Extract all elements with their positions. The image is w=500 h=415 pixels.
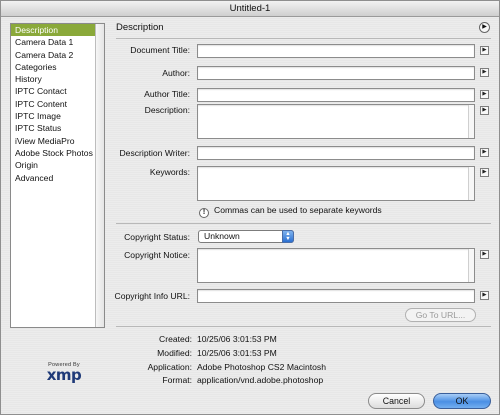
sidebar-item-categories[interactable]: Categories (11, 61, 104, 73)
sidebar-item-iptc-contact[interactable]: IPTC Contact (11, 85, 104, 97)
right-triangle-icon[interactable]: ▶ (480, 46, 489, 55)
sidebar-item-iview-mediapro[interactable]: iView MediaPro (11, 135, 104, 147)
divider (116, 326, 491, 327)
copyright-notice-field[interactable] (197, 248, 475, 283)
copyright-notice-label: Copyright Notice: (124, 250, 190, 260)
right-triangle-icon[interactable]: ▶ (480, 168, 489, 177)
created-value: 10/25/06 3:01:53 PM (197, 334, 277, 344)
modified-label: Modified: (157, 348, 192, 358)
xmp-logo: Powered By xmp (39, 362, 89, 384)
sidebar-item-iptc-status[interactable]: IPTC Status (11, 122, 104, 134)
divider (116, 223, 491, 224)
right-triangle-icon[interactable]: ▶ (480, 250, 489, 259)
document-title-label: Document Title: (130, 45, 190, 55)
sidebar-scrollbar[interactable] (95, 24, 104, 327)
sidebar-item-origin[interactable]: Origin (11, 159, 104, 171)
sidebar-item-camera-data-2[interactable]: Camera Data 2 (11, 49, 104, 61)
sidebar-item-adobe-stock-photos[interactable]: Adobe Stock Photos (11, 147, 104, 159)
format-value: application/vnd.adobe.photoshop (197, 375, 324, 385)
right-triangle-icon[interactable]: ▶ (480, 90, 489, 99)
description-label: Description: (144, 105, 190, 115)
category-list[interactable]: Description Camera Data 1 Camera Data 2 … (10, 23, 105, 328)
application-value: Adobe Photoshop CS2 Macintosh (197, 362, 326, 372)
sidebar-item-camera-data-1[interactable]: Camera Data 1 (11, 36, 104, 48)
document-title-field[interactable] (197, 44, 475, 58)
description-field[interactable] (197, 104, 475, 139)
cancel-button[interactable]: Cancel (368, 393, 425, 409)
copyright-notice-scrollbar[interactable] (468, 249, 474, 282)
keywords-field[interactable] (197, 166, 475, 201)
updown-arrows-icon: ▲ ▼ (282, 230, 294, 243)
copyright-status-select[interactable]: Unknown ▲ ▼ (198, 230, 294, 243)
panel-title: Description (116, 22, 164, 33)
keywords-hint-text: Commas can be used to separate keywords (214, 205, 382, 215)
go-to-url-button[interactable]: Go To URL... (405, 308, 476, 322)
copyright-status-label: Copyright Status: (124, 232, 190, 242)
window-title: Untitled-1 (1, 1, 499, 17)
sidebar-item-iptc-content[interactable]: IPTC Content (11, 98, 104, 110)
copyright-status-value: Unknown (204, 231, 240, 241)
divider (116, 38, 491, 39)
sidebar-item-description[interactable]: Description (11, 24, 104, 37)
sidebar-item-history[interactable]: History (11, 73, 104, 85)
author-label: Author: (162, 68, 190, 78)
author-title-field[interactable] (197, 88, 475, 102)
right-triangle-icon[interactable]: ▶ (480, 106, 489, 115)
dialog-window: Untitled-1 Description Camera Data 1 Cam… (0, 0, 500, 415)
right-triangle-icon[interactable]: ▶ (480, 68, 489, 77)
right-triangle-icon[interactable]: ▶ (480, 148, 489, 157)
info-icon: ! (199, 208, 209, 218)
ok-button[interactable]: OK (433, 393, 491, 409)
description-writer-field[interactable] (197, 146, 475, 160)
modified-value: 10/25/06 3:01:53 PM (197, 348, 277, 358)
author-title-label: Author Title: (144, 89, 190, 99)
keywords-label: Keywords: (149, 167, 190, 177)
description-writer-label: Description Writer: (119, 148, 190, 158)
keywords-scrollbar[interactable] (468, 167, 474, 200)
sidebar-item-advanced[interactable]: Advanced (11, 172, 104, 184)
xmp-logo-mark: xmp (46, 366, 82, 384)
right-triangle-icon[interactable]: ▶ (480, 291, 489, 300)
author-field[interactable] (197, 66, 475, 80)
format-label: Format: (162, 375, 192, 385)
created-label: Created: (159, 334, 192, 344)
description-scrollbar[interactable] (468, 105, 474, 138)
application-label: Application: (147, 362, 192, 372)
sidebar-item-iptc-image[interactable]: IPTC Image (11, 110, 104, 122)
keywords-hint: ! Commas can be used to separate keywords (199, 205, 382, 218)
copyright-info-url-field[interactable] (197, 289, 475, 303)
circle-arrow-icon[interactable]: ▶ (479, 22, 490, 33)
copyright-info-url-label: Copyright Info URL: (114, 291, 190, 301)
